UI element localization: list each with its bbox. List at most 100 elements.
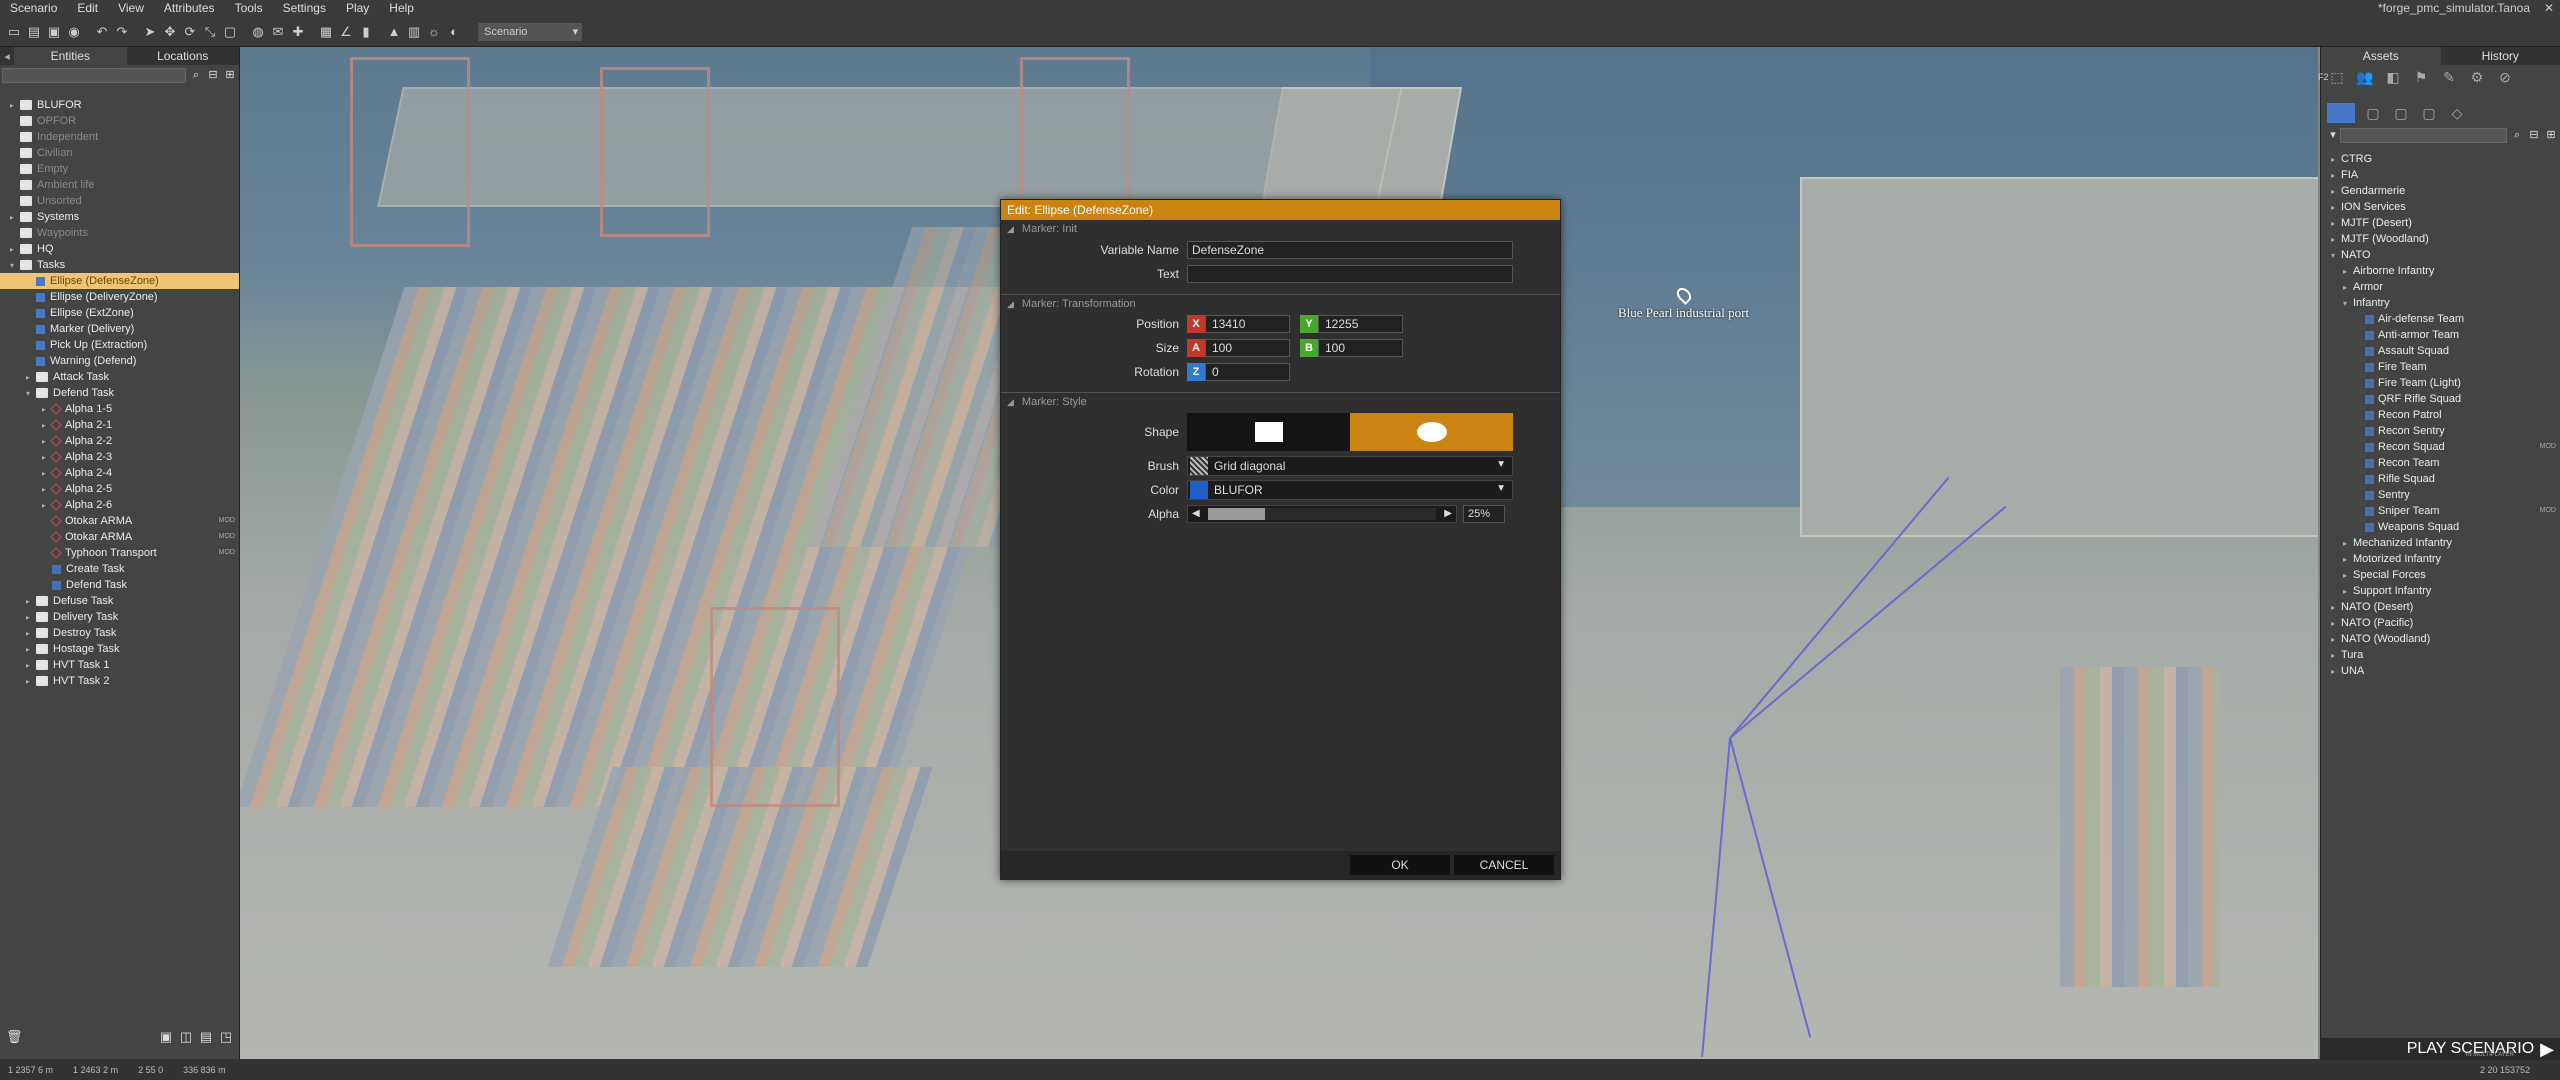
asset-tree-item[interactable]: ▸ Mechanized Infantry — [2321, 535, 2560, 551]
menu-settings[interactable]: Settings — [273, 0, 336, 17]
new-folder-icon[interactable]: ▣ — [158, 1029, 174, 1045]
expand-arrow-icon[interactable]: ▾ — [10, 258, 20, 274]
slider-right-icon[interactable]: ▶ — [1444, 508, 1452, 519]
play-scenario-button[interactable]: PLAY SCENARIO IN MULTIPLAYER ▶ — [2320, 1038, 2560, 1060]
entity-tree-item[interactable]: ▸ Alpha 2-1 — [0, 417, 239, 433]
expand-arrow-icon[interactable]: ▸ — [26, 626, 36, 642]
asset-tree-item[interactable]: ▸ FIA — [2321, 167, 2560, 183]
expand-arrow-icon[interactable]: ▸ — [2331, 632, 2341, 648]
asset-tree-item[interactable]: Sentry — [2321, 487, 2560, 503]
asset-tree-item[interactable]: Rifle Squad — [2321, 471, 2560, 487]
asset-tree-item[interactable]: Recon Sentry — [2321, 423, 2560, 439]
assets-search-input[interactable] — [2340, 127, 2507, 143]
expand-arrow-icon[interactable]: ▸ — [2331, 648, 2341, 664]
entity-tree-item[interactable]: ▸ Systems — [0, 209, 239, 225]
expand-arrow-icon[interactable]: ▾ — [2343, 296, 2353, 312]
systems-category-icon[interactable]: ⚙ — [2467, 67, 2487, 87]
expand-arrow-icon[interactable]: ▾ — [26, 386, 36, 402]
expand-arrow-icon[interactable]: ▸ — [26, 610, 36, 626]
search-icon[interactable]: ⌕ — [2510, 128, 2524, 142]
asset-tree-item[interactable]: ▸ Motorized Infantry — [2321, 551, 2560, 567]
menu-help[interactable]: Help — [379, 0, 424, 17]
entity-tree-item[interactable]: Warning (Defend) — [0, 353, 239, 369]
menu-tools[interactable]: Tools — [225, 0, 273, 17]
location-marker[interactable]: Blue Pearl industrial port — [1618, 285, 1749, 321]
entity-tree-item[interactable]: Ambient life — [0, 177, 239, 193]
entity-tree-item[interactable]: ▸ Alpha 2-3 — [0, 449, 239, 465]
entity-tree-item[interactable]: ▸ HVT Task 1 — [0, 657, 239, 673]
text-field[interactable] — [1187, 265, 1513, 283]
entity-tree-item[interactable]: ▸ Alpha 2-4 — [0, 465, 239, 481]
entity-tree-item[interactable]: Unsorted — [0, 193, 239, 209]
new-file-icon[interactable]: ▭ — [6, 24, 22, 40]
variable-name-field[interactable]: DefenseZone — [1187, 241, 1513, 259]
layer-icon[interactable]: ▤ — [198, 1029, 214, 1045]
asset-tree-item[interactable]: Sniper Team MOD — [2321, 503, 2560, 519]
entity-tree-item[interactable]: Independent — [0, 129, 239, 145]
expand-arrow-icon[interactable]: ▸ — [2331, 184, 2341, 200]
expand-arrow-icon[interactable]: ▾ — [2331, 248, 2341, 264]
entity-tree-item[interactable]: ▸ Alpha 2-5 — [0, 481, 239, 497]
expand-arrow-icon[interactable]: ▸ — [26, 642, 36, 658]
entity-tree-item[interactable]: Civilian — [0, 145, 239, 161]
entity-tree-item[interactable]: ▾ Tasks — [0, 257, 239, 273]
expand-arrow-icon[interactable]: ▸ — [2331, 152, 2341, 168]
shape-ellipse-button[interactable] — [1350, 413, 1513, 451]
expand-all-icon[interactable]: ⊞ — [2544, 128, 2558, 142]
asset-tree-item[interactable]: ▸ Special Forces — [2321, 567, 2560, 583]
frame-icon[interactable]: ▢ — [222, 24, 238, 40]
expand-arrow-icon[interactable]: ▸ — [10, 210, 20, 226]
entity-tree-item[interactable]: Create Task — [0, 561, 239, 577]
expand-arrow-icon[interactable]: ▸ — [2343, 584, 2353, 600]
entity-tree-item[interactable]: OPFOR — [0, 113, 239, 129]
asset-tree-item[interactable]: Recon Team — [2321, 455, 2560, 471]
expand-arrow-icon[interactable]: ▸ — [2331, 200, 2341, 216]
save-icon[interactable]: ▣ — [46, 24, 62, 40]
asset-tree-item[interactable]: ▸ MJTF (Desert) — [2321, 215, 2560, 231]
modules-category-icon[interactable]: ◧ — [2383, 67, 2403, 87]
vision-icon[interactable]: ◐ — [446, 24, 462, 40]
section-marker-transformation[interactable]: ◢ Marker: Transformation — [1001, 294, 1560, 312]
weather-icon[interactable]: ☼ — [426, 24, 442, 40]
collapse-left-icon[interactable]: ◂ — [0, 50, 14, 63]
slider-left-icon[interactable]: ◀ — [1192, 508, 1200, 519]
asset-tree-item[interactable]: QRF Rifle Squad — [2321, 391, 2560, 407]
entity-tree-item[interactable]: ▸ Delivery Task — [0, 609, 239, 625]
asset-tree-item[interactable]: ▸ CTRG — [2321, 151, 2560, 167]
expand-arrow-icon[interactable]: ▸ — [26, 674, 36, 690]
add-icon[interactable]: ✚ — [290, 24, 306, 40]
expand-all-icon[interactable]: ⊞ — [223, 68, 237, 82]
camera-icon[interactable]: ◫ — [178, 1029, 194, 1045]
expand-arrow-icon[interactable]: ▸ — [2343, 552, 2353, 568]
collapse-all-icon[interactable]: ⊟ — [206, 68, 220, 82]
section-marker-init[interactable]: ◢ Marker: Init — [1001, 220, 1560, 238]
asset-tree-item[interactable]: ▸ MJTF (Woodland) — [2321, 231, 2560, 247]
alpha-slider[interactable]: ◀ ▶ — [1187, 505, 1457, 523]
expand-arrow-icon[interactable]: ▸ — [26, 658, 36, 674]
entity-tree-item[interactable]: ▸ BLUFOR — [0, 97, 239, 113]
mail-icon[interactable]: ✉ — [270, 24, 286, 40]
entity-tree-item[interactable]: Defend Task — [0, 577, 239, 593]
alpha-slider-fill[interactable] — [1208, 508, 1265, 520]
move-icon[interactable]: ✥ — [162, 24, 178, 40]
asset-tree-item[interactable]: Anti-armor Team — [2321, 327, 2560, 343]
entities-search-input[interactable] — [2, 67, 186, 83]
entity-tree-item[interactable]: Waypoints — [0, 225, 239, 241]
entity-tree-item[interactable]: Otokar ARMA MOD — [0, 529, 239, 545]
asset-tree-item[interactable]: ▸ ION Services — [2321, 199, 2560, 215]
tab-entities[interactable]: Entities — [14, 47, 127, 65]
entity-tree-item[interactable]: ▸ Hostage Task — [0, 641, 239, 657]
alpha-value-field[interactable]: 25% — [1463, 505, 1505, 523]
open-file-icon[interactable]: ▤ — [26, 24, 42, 40]
search-icon[interactable]: ⌕ — [189, 68, 203, 82]
asset-tree-item[interactable]: ▸ Airborne Infantry — [2321, 263, 2560, 279]
entity-tree-item[interactable]: Ellipse (ExtZone) — [0, 305, 239, 321]
waypoints-category-icon[interactable]: ⚑ — [2411, 67, 2431, 87]
section-marker-style[interactable]: ◢ Marker: Style — [1001, 392, 1560, 410]
menu-play[interactable]: Play — [336, 0, 379, 17]
redo-icon[interactable]: ↷ — [114, 24, 130, 40]
ruler-icon[interactable]: ▮ — [358, 24, 374, 40]
expand-arrow-icon[interactable]: ▸ — [2343, 536, 2353, 552]
color-dropdown[interactable]: BLUFOR ▼ — [1187, 480, 1513, 500]
scale-icon[interactable]: ⤡ — [202, 24, 218, 40]
